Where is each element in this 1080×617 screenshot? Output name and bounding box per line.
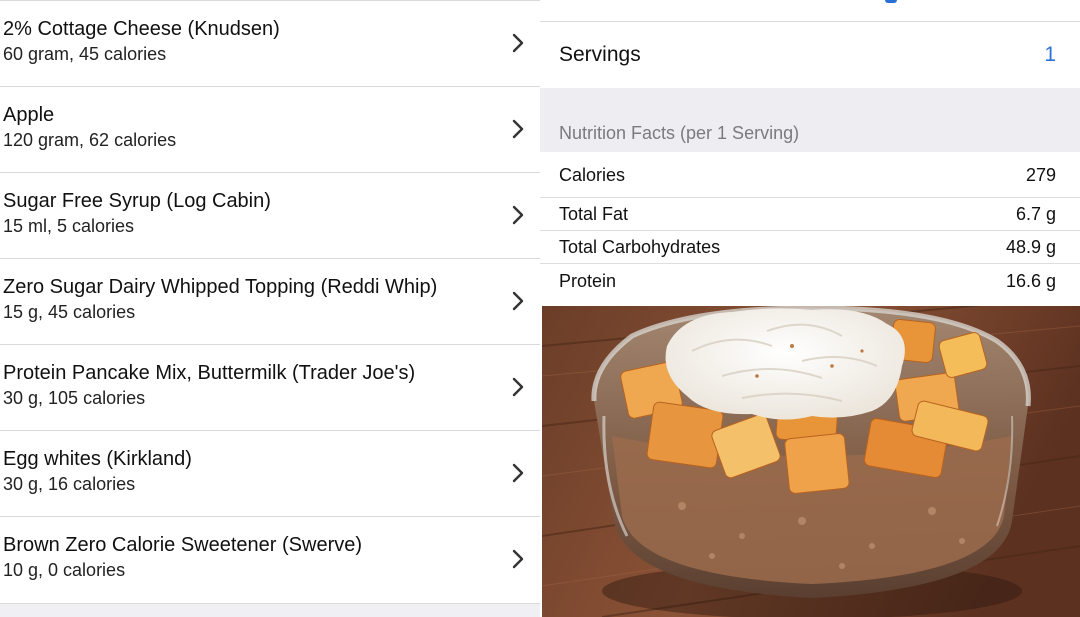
- ingredient-row[interactable]: 2% Cottage Cheese (Knudsen) 60 gram, 45 …: [0, 0, 540, 84]
- nutrition-label: Total Fat: [559, 204, 629, 224]
- chevron-right-icon: [512, 291, 524, 311]
- nutrition-label: Total Carbohydrates: [559, 237, 721, 257]
- ingredient-detail: 120 gram, 62 calories: [3, 130, 177, 150]
- chevron-right-icon: [512, 205, 524, 225]
- ingredient-row[interactable]: Egg whites (Kirkland) 30 g, 16 calories: [0, 430, 540, 514]
- chevron-right-icon: [512, 549, 524, 569]
- nutrition-label: Protein: [559, 271, 617, 291]
- ingredient-name: Brown Zero Calorie Sweetener (Swerve): [3, 534, 363, 556]
- dish-illustration: [542, 306, 1080, 617]
- ingredient-detail: 15 g, 45 calories: [3, 302, 136, 322]
- chevron-right-icon: [512, 33, 524, 53]
- ingredient-detail: 60 gram, 45 calories: [3, 44, 167, 64]
- ingredient-name: 2% Cottage Cheese (Knudsen): [3, 18, 280, 40]
- nutrition-value: 279: [1025, 165, 1056, 185]
- nutrition-row-fat: Total Fat 6.7 g: [540, 198, 1080, 231]
- servings-label: Servings: [559, 43, 641, 66]
- nutrition-value: 48.9 g: [1005, 237, 1056, 257]
- nutrition-facts-header: Nutrition Facts (per 1 Serving): [540, 88, 1080, 152]
- ingredient-detail: 10 g, 0 calories: [3, 560, 126, 580]
- nutrition-label: Calories: [559, 165, 626, 185]
- list-footer: [0, 603, 540, 617]
- ingredient-detail: 15 ml, 5 calories: [3, 216, 135, 236]
- ingredient-detail: 30 g, 16 calories: [3, 474, 136, 494]
- ingredient-row[interactable]: Zero Sugar Dairy Whipped Topping (Reddi …: [0, 258, 540, 342]
- ingredient-row[interactable]: Sugar Free Syrup (Log Cabin) 15 ml, 5 ca…: [0, 172, 540, 256]
- nutrition-value: 6.7 g: [1015, 204, 1056, 224]
- ingredient-name: Egg whites (Kirkland): [3, 448, 192, 470]
- nutrition-row-protein: Protein 16.6 g: [540, 264, 1080, 300]
- nutrition-value: 16.6 g: [1005, 271, 1056, 291]
- ingredient-row[interactable]: Brown Zero Calorie Sweetener (Swerve) 10…: [0, 516, 540, 600]
- nutrition-facts-title: Nutrition Facts (per 1 Serving): [559, 123, 800, 143]
- servings-row[interactable]: Servings 1: [540, 22, 1080, 88]
- accent-mark: [885, 0, 897, 3]
- ingredient-row[interactable]: Apple 120 gram, 62 calories: [0, 86, 540, 170]
- ingredient-name: Protein Pancake Mix, Buttermilk (Trader …: [3, 362, 416, 384]
- nutrition-row-calories: Calories 279: [540, 158, 1080, 198]
- chevron-right-icon: [512, 377, 524, 397]
- ingredient-name: Apple: [3, 104, 55, 126]
- ingredient-name: Sugar Free Syrup (Log Cabin): [3, 190, 271, 212]
- nutrition-row-carbs: Total Carbohydrates 48.9 g: [540, 231, 1080, 264]
- servings-value[interactable]: 1: [1044, 43, 1056, 67]
- chevron-right-icon: [512, 463, 524, 483]
- chevron-right-icon: [512, 119, 524, 139]
- ingredient-list: 2% Cottage Cheese (Knudsen) 60 gram, 45 …: [0, 0, 540, 617]
- screen: 2% Cottage Cheese (Knudsen) 60 gram, 45 …: [0, 0, 1080, 617]
- ingredient-row[interactable]: Protein Pancake Mix, Buttermilk (Trader …: [0, 344, 540, 428]
- ingredient-detail: 30 g, 105 calories: [3, 388, 146, 408]
- dish-photo: [542, 306, 1080, 617]
- nutrition-panel: Servings 1 Nutrition Facts (per 1 Servin…: [540, 0, 1080, 306]
- ingredient-name: Zero Sugar Dairy Whipped Topping (Reddi …: [3, 276, 438, 298]
- top-strip: [540, 0, 1080, 22]
